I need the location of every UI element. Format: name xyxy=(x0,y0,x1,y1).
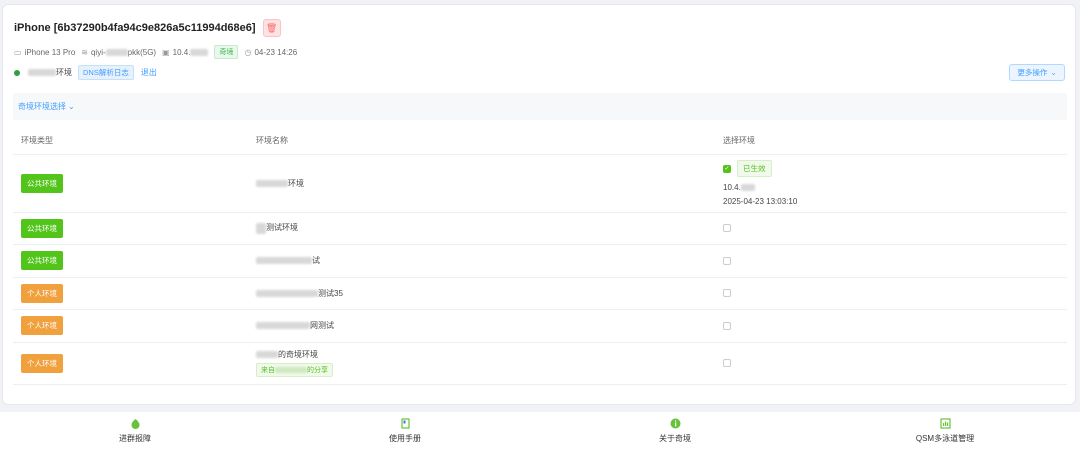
env-name: 网测试 xyxy=(248,309,715,343)
manual-icon xyxy=(400,417,411,429)
table-row: 公共环境 环境 ✓ 已生效 10.4. 2025-04-23 13:03:10 xyxy=(13,154,1067,213)
more-actions-button[interactable]: 更多操作 ⌄ xyxy=(1009,64,1065,81)
env-ip: 10.4. xyxy=(723,183,1067,192)
env-type-tag: 个人环境 xyxy=(21,283,63,303)
redacted-text xyxy=(256,289,318,297)
device-card: iPhone [6b37290b4fa94c9e826a5c11994d68e6… xyxy=(2,4,1076,405)
clock-icon: ◷ xyxy=(244,47,252,57)
redacted-text xyxy=(190,48,209,56)
device-ip: ▣ 10.4. xyxy=(162,47,209,57)
redacted-text xyxy=(105,48,128,56)
header-select-env: 选择环境 xyxy=(715,127,1067,155)
table-header: 环境类型 环境名称 选择环境 xyxy=(13,127,1067,155)
bottom-nav: 进群报障 使用手册 关于奇境 QSM多泳道管理 xyxy=(0,412,1080,449)
redacted-text xyxy=(256,257,312,265)
wifi-icon: ≋ xyxy=(81,47,88,57)
env-checkbox[interactable]: ✓ xyxy=(723,164,731,173)
nav-qsm[interactable]: QSM多泳道管理 xyxy=(810,412,1080,449)
current-env-row: 环境 DNS解析日志 退出 xyxy=(14,65,157,80)
env-checkbox[interactable] xyxy=(723,359,731,368)
env-name: 试 xyxy=(248,244,715,278)
env-select-section[interactable]: 奇境环境选择 ⌄ xyxy=(13,93,1067,120)
chart-icon xyxy=(939,417,951,429)
feedback-icon xyxy=(130,418,141,429)
nav-feedback[interactable]: 进群报障 xyxy=(0,412,270,449)
env-type-tag: 公共环境 xyxy=(21,173,63,193)
redacted-text xyxy=(256,179,288,187)
env-type-tag: 个人环境 xyxy=(21,316,63,335)
nav-about[interactable]: 关于奇境 xyxy=(540,412,810,449)
redacted-text xyxy=(275,367,307,374)
phone-icon: ▭ xyxy=(14,47,22,57)
redacted-text xyxy=(256,351,278,359)
table-row: 公共环境 测试环境 xyxy=(13,212,1067,245)
current-env-label: 环境 xyxy=(56,68,72,77)
status-dot xyxy=(14,69,20,76)
device-wifi: ≋ qiyi- pkk(5G) xyxy=(81,47,157,57)
header-env-type: 环境类型 xyxy=(13,127,248,155)
redacted-text xyxy=(256,322,310,330)
redacted-text xyxy=(28,69,56,76)
env-checkbox[interactable] xyxy=(723,224,731,233)
nav-manual[interactable]: 使用手册 xyxy=(270,412,540,449)
env-checkbox[interactable] xyxy=(723,321,731,330)
table-row: 个人环境 网测试 xyxy=(13,309,1067,343)
device-title: iPhone [6b37290b4fa94c9e826a5c11994d68e6… xyxy=(14,22,256,34)
redacted-text xyxy=(256,222,266,234)
env-name: 测试35 xyxy=(248,277,715,310)
env-type-tag: 个人环境 xyxy=(21,353,63,373)
env-checkbox[interactable] xyxy=(723,289,731,298)
chevron-down-icon: ⌄ xyxy=(1050,68,1057,77)
table-row: 个人环境 的奇境环境 来自 的分享 xyxy=(13,342,1067,385)
device-time: ◷ 04-23 14:26 xyxy=(244,47,298,57)
trash-icon: 🗑 xyxy=(265,22,278,33)
share-tag: 来自 的分享 xyxy=(256,363,333,377)
redacted-text xyxy=(740,184,755,192)
env-name: 的奇境环境 来自 的分享 xyxy=(248,342,715,385)
env-name: 测试环境 xyxy=(248,212,715,245)
monitor-icon: ▣ xyxy=(162,47,170,57)
chevron-down-icon: ⌄ xyxy=(68,102,75,111)
device-title-row: iPhone [6b37290b4fa94c9e826a5c11994d68e6… xyxy=(14,19,281,37)
table-row: 公共环境 试 xyxy=(13,244,1067,278)
info-icon xyxy=(670,418,681,429)
env-updated-time: 2025-04-23 13:03:10 xyxy=(723,197,798,206)
device-meta: ▭ iPhone 13 Pro ≋ qiyi- pkk(5G) ▣ 10.4. … xyxy=(14,45,303,59)
logout-link[interactable]: 退出 xyxy=(141,67,157,78)
header-env-name: 环境名称 xyxy=(248,127,715,155)
env-checkbox[interactable] xyxy=(723,256,731,265)
dns-log-button[interactable]: DNS解析日志 xyxy=(78,65,134,80)
env-table: 环境类型 环境名称 选择环境 公共环境 环境 ✓ 已生效 10.4. 2025-0… xyxy=(13,127,1067,385)
section-title: 奇境环境选择 xyxy=(18,102,66,111)
env-name: 环境 xyxy=(248,154,715,213)
env-type-tag: 公共环境 xyxy=(21,251,63,270)
env-type-tag: 公共环境 xyxy=(21,218,63,238)
delete-device-button[interactable]: 🗑 xyxy=(262,19,281,37)
device-model: ▭ iPhone 13 Pro xyxy=(14,47,76,57)
proxy-tag: 奇境 xyxy=(214,45,239,59)
table-row: 个人环境 测试35 xyxy=(13,277,1067,310)
active-badge: 已生效 xyxy=(737,160,772,177)
